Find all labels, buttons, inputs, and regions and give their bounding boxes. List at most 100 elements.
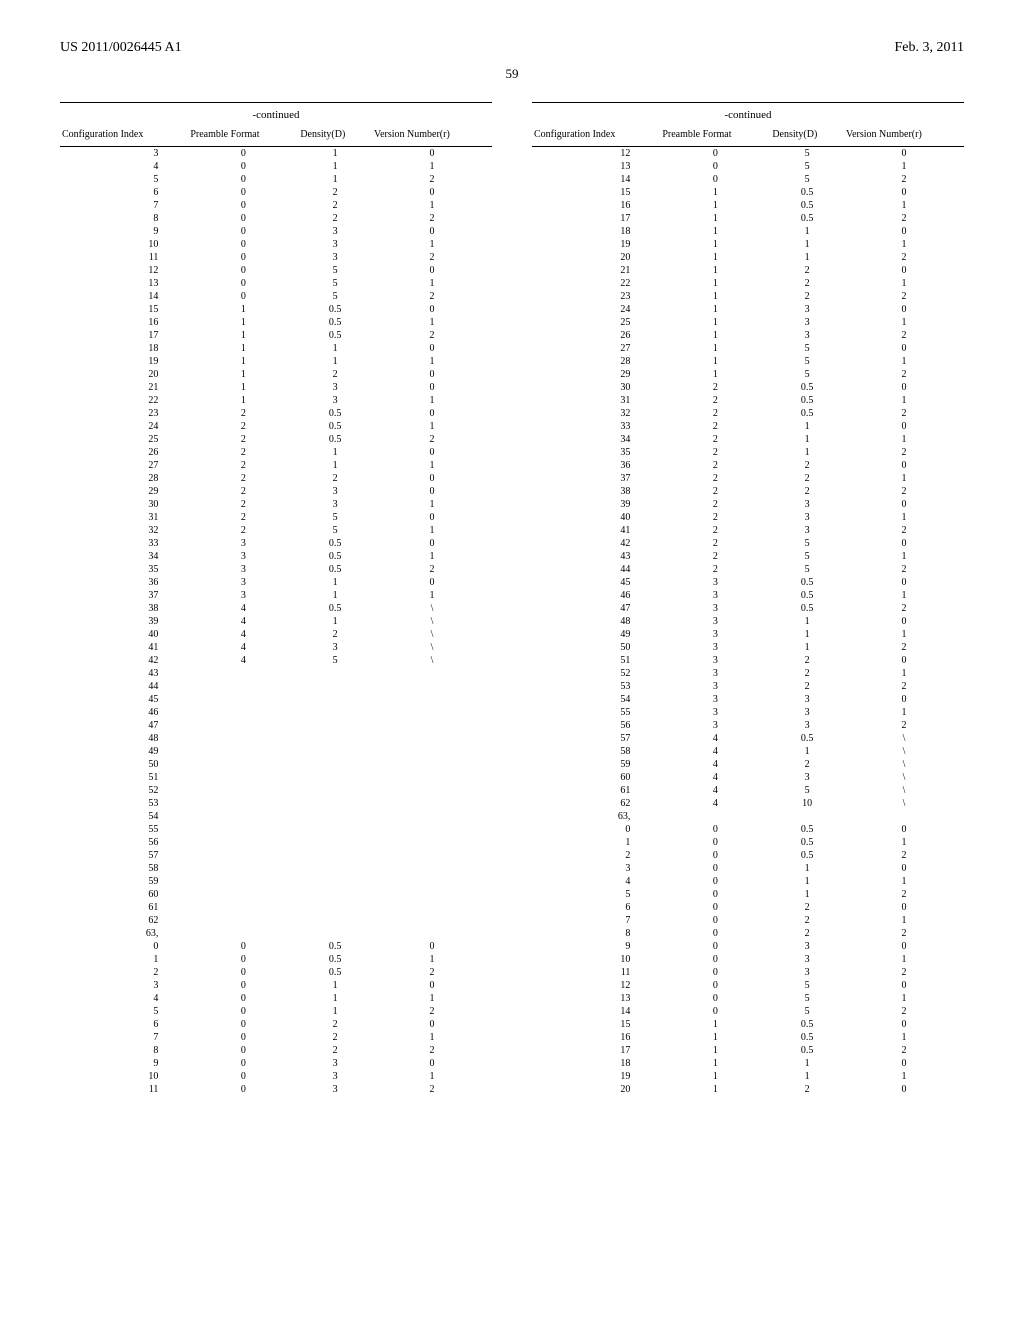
table-cell: 0 [188, 186, 298, 199]
table-cell: 10 [60, 238, 188, 251]
table-cell: 48 [532, 615, 660, 628]
table-cell: 1 [298, 173, 372, 186]
table-row: 5942\ [532, 758, 964, 771]
table-row: 55 [60, 823, 492, 836]
table-cell: 35 [532, 446, 660, 459]
table-cell: 0.5 [770, 1044, 844, 1057]
table-cell: 3 [770, 966, 844, 979]
table-row: 22121 [532, 277, 964, 290]
table-cell: 2 [188, 459, 298, 472]
table-cell: 40 [60, 628, 188, 641]
table-cell: 2 [844, 680, 964, 693]
table-cell: 5 [770, 355, 844, 368]
table-row: 12050 [532, 147, 964, 161]
table-cell: 2 [298, 199, 372, 212]
table-cell: 7 [532, 914, 660, 927]
table-cell: \ [844, 771, 964, 784]
table-cell: 0 [372, 186, 492, 199]
table-cell: 2 [298, 628, 372, 641]
table-cell: 62 [532, 797, 660, 810]
table-cell: 2 [298, 472, 372, 485]
table-cell: 61 [532, 784, 660, 797]
table-row: 45 [60, 693, 492, 706]
table-row: 41232 [532, 524, 964, 537]
table-cell: 20 [532, 251, 660, 264]
table-cell: 0 [844, 537, 964, 550]
table-cell: 2 [844, 719, 964, 732]
table-row: 12050 [532, 979, 964, 992]
table-cell: 11 [532, 966, 660, 979]
table-cell: 2 [660, 459, 770, 472]
table-cell [372, 862, 492, 875]
table-cell: 49 [60, 745, 188, 758]
table-row: 22131 [60, 394, 492, 407]
table-cell: 0 [660, 823, 770, 836]
table-row: 5841\ [532, 745, 964, 758]
table-cell: 2 [844, 173, 964, 186]
table-cell: 1 [844, 836, 964, 849]
table-cell: 1 [660, 303, 770, 316]
table-row: 14052 [532, 173, 964, 186]
table-cell: 27 [60, 459, 188, 472]
table-cell: 56 [532, 719, 660, 732]
table-cell: 48 [60, 732, 188, 745]
table-cell: 0.5 [770, 1018, 844, 1031]
table-cell: 3 [660, 693, 770, 706]
table-cell: 50 [60, 758, 188, 771]
table-cell: 1 [532, 836, 660, 849]
table-cell: 0 [372, 1018, 492, 1031]
table-cell: 4 [660, 758, 770, 771]
table-cell: 2 [372, 173, 492, 186]
table-cell: 3 [60, 979, 188, 992]
table-cell: 43 [532, 550, 660, 563]
table-cell: 2 [372, 212, 492, 225]
table-cell: 1 [188, 303, 298, 316]
table-row: 1610.51 [532, 199, 964, 212]
table-cell: 1 [660, 1070, 770, 1083]
table-cell [298, 732, 372, 745]
table-cell [298, 706, 372, 719]
table-cell: 2 [844, 849, 964, 862]
table-cell: 25 [532, 316, 660, 329]
table-row: 27211 [60, 459, 492, 472]
table-cell: 23 [60, 407, 188, 420]
table-cell: 1 [298, 1005, 372, 1018]
table-cell [372, 927, 492, 940]
table-row: 2520.52 [60, 433, 492, 446]
table-cell: 2 [844, 368, 964, 381]
table-cell [298, 901, 372, 914]
table-cell: \ [844, 784, 964, 797]
table-cell: 13 [532, 160, 660, 173]
table-cell: 58 [60, 862, 188, 875]
table-cell: 13 [532, 992, 660, 1005]
table-cell: 4 [188, 628, 298, 641]
table-cell: 52 [60, 784, 188, 797]
table-cell: \ [844, 797, 964, 810]
table-row: 26210 [60, 446, 492, 459]
table-row: 39230 [532, 498, 964, 511]
table-cell: 8 [60, 1044, 188, 1057]
table-cell: 0 [372, 147, 492, 161]
table-cell: 5 [298, 264, 372, 277]
table-cell: 2 [844, 966, 964, 979]
table-row: 7021 [60, 1031, 492, 1044]
table-cell: 1 [298, 160, 372, 173]
col-header-density: Density(D) [770, 125, 844, 147]
table-cell [188, 745, 298, 758]
table-cell: 0 [188, 251, 298, 264]
table-row: 62 [60, 914, 492, 927]
table-cell: 0 [844, 901, 964, 914]
table-cell: 0 [188, 199, 298, 212]
table-cell: 0 [188, 1031, 298, 1044]
table-cell: 1 [372, 459, 492, 472]
table-cell: 20 [532, 1083, 660, 1096]
table-cell: 0 [372, 225, 492, 238]
table-cell: 32 [60, 524, 188, 537]
table-cell: 2 [770, 264, 844, 277]
table-row: 25131 [532, 316, 964, 329]
continued-label: -continued [532, 103, 964, 126]
table-cell: 1 [770, 615, 844, 628]
table-row: 100.51 [60, 953, 492, 966]
table-row: 1710.52 [532, 1044, 964, 1057]
table-cell: 1 [298, 459, 372, 472]
